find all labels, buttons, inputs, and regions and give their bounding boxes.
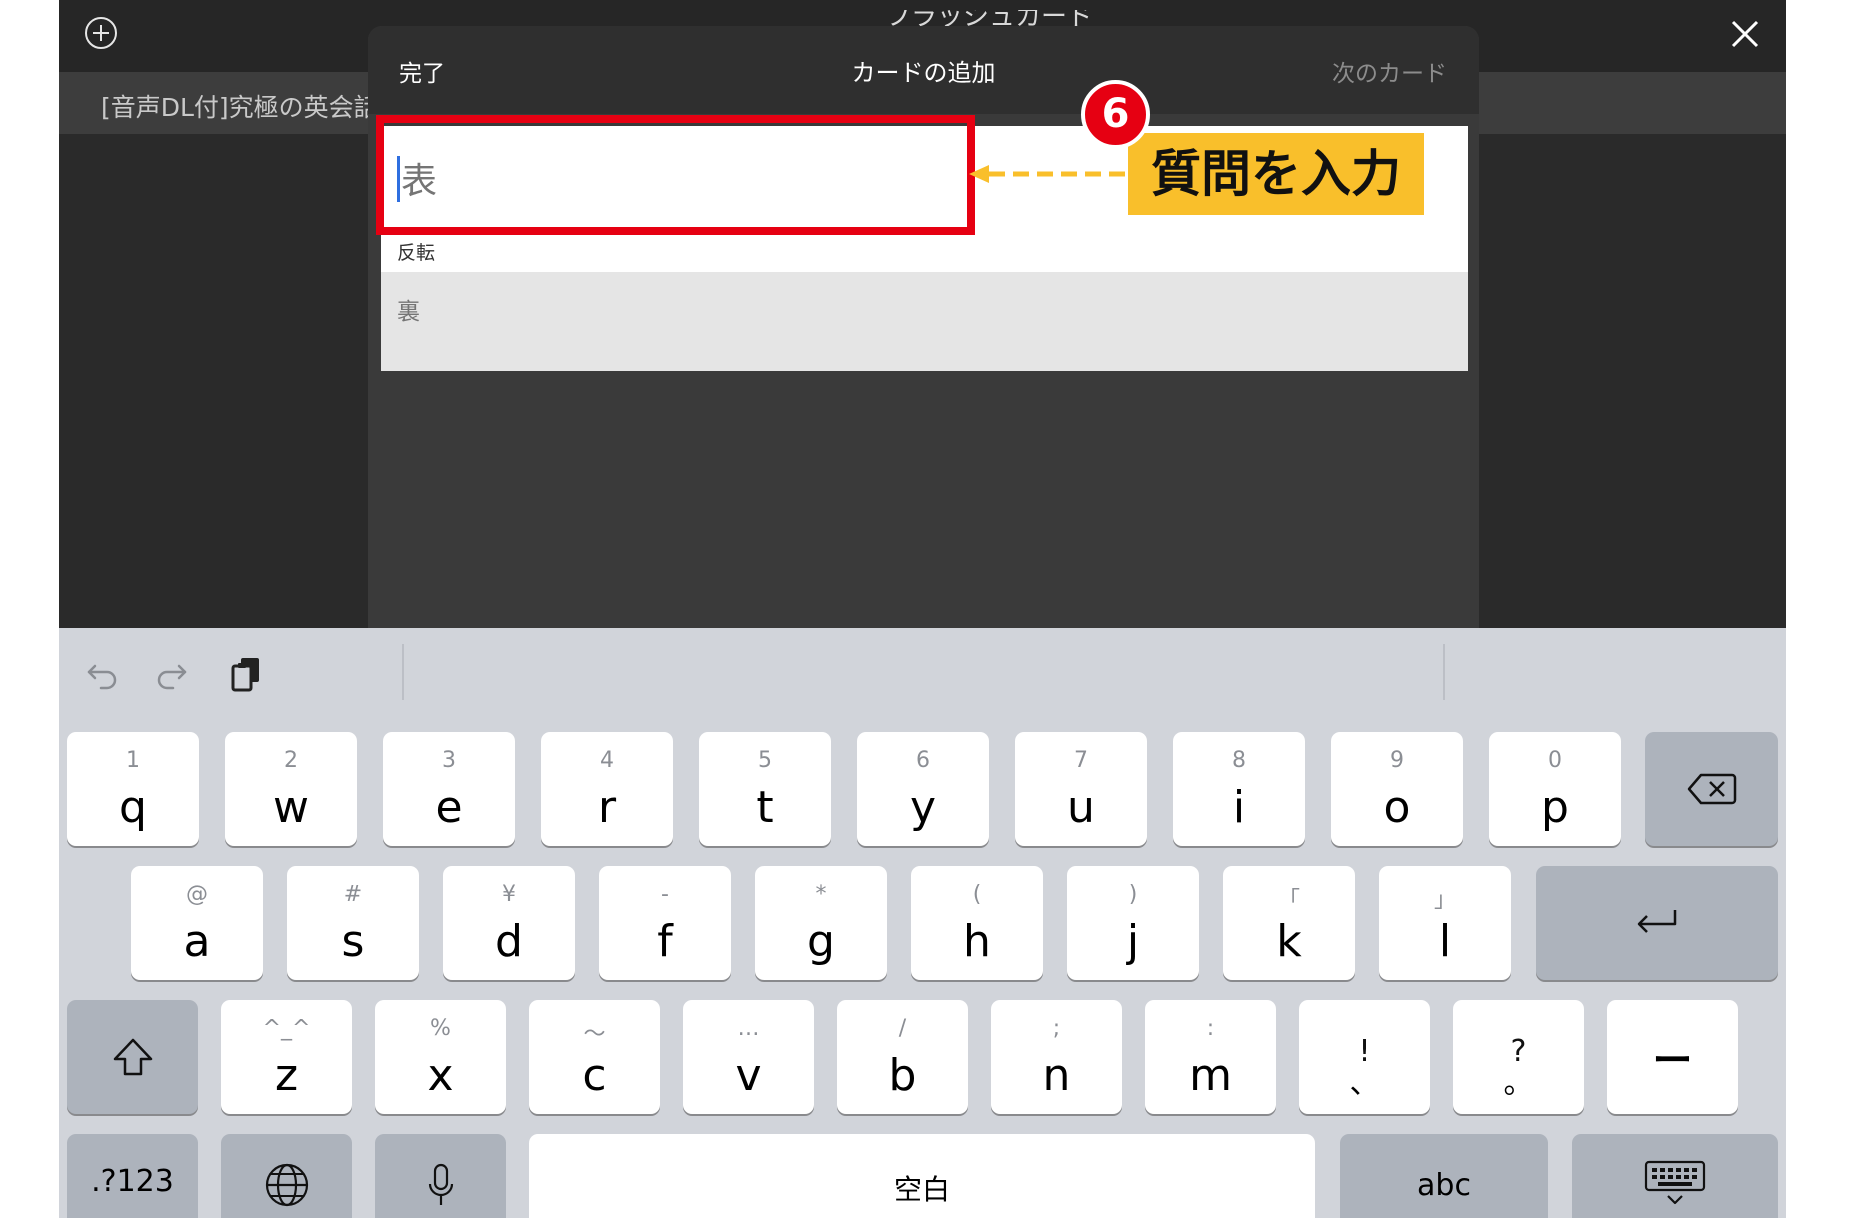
back-field[interactable] [397,292,997,332]
modal-title: カードの追加 [851,59,996,87]
key-t[interactable]: 5t [699,732,831,846]
add-icon[interactable] [84,16,118,50]
key-p[interactable]: 0p [1489,732,1621,846]
undo-icon[interactable] [83,654,123,694]
key-d[interactable]: ¥ d [443,866,575,980]
globe-key[interactable] [221,1134,352,1218]
flip-button[interactable]: 反転 [397,238,435,265]
key-e[interactable]: 3e [383,732,515,846]
deck-title[interactable]: [音声DL付]究極の英会話 [101,88,371,128]
key-u[interactable]: 7u [1015,732,1147,846]
key-z[interactable]: ^_^ z [221,1000,352,1114]
shift-key[interactable] [67,1000,198,1114]
dictation-key[interactable] [375,1134,506,1218]
key-c[interactable]: 〜 c [529,1000,660,1114]
key-v[interactable]: … v [683,1000,814,1114]
abc-key[interactable]: abc [1340,1134,1548,1218]
hide-keyboard-key[interactable] [1572,1134,1778,1218]
microphone-icon [428,1163,453,1205]
key-b[interactable]: / b [837,1000,968,1114]
return-icon [1637,910,1677,933]
next-card-button[interactable]: 次のカード [1332,54,1447,88]
key-s[interactable]: # s [287,866,419,980]
key-x[interactable]: % x [375,1000,506,1114]
highlight-box [376,115,975,235]
software-keyboard: 1q 2w 3e 4r 5t 6y 7u 8i 9o 0p @ a # s ¥ d -… [59,628,1786,1218]
key-long-dash[interactable]: ー [1607,1000,1738,1114]
key-o[interactable]: 9o [1331,732,1463,846]
numbers-key[interactable]: .?123 [67,1134,198,1218]
modal-nav-bar: 完了 カードの追加 次のカード [368,26,1479,114]
key-q[interactable]: 1q [67,732,199,846]
toolbar-divider [1443,644,1445,700]
key-y[interactable]: 6y [857,732,989,846]
keyboard-dismiss-icon [1644,1160,1706,1205]
key-j[interactable]: ) j [1067,866,1199,980]
clipboard-icon[interactable] [227,654,267,694]
key-question-period[interactable]: ?。 [1453,1000,1584,1114]
step-number-badge: 6 [1081,80,1150,149]
redo-icon[interactable] [151,654,191,694]
key-g[interactable]: * g [755,866,887,980]
delete-key[interactable] [1645,732,1778,846]
dashed-arrow-icon [969,165,1129,183]
key-l[interactable]: 」 l [1379,866,1511,980]
key-f[interactable]: -f [599,866,731,980]
globe-icon [265,1163,308,1207]
close-icon[interactable] [1727,16,1763,52]
key-n[interactable]: ; n [991,1000,1122,1114]
space-key[interactable]: 空白 [529,1134,1315,1218]
callout-label: 質問を入力 [1128,133,1424,215]
key-k[interactable]: 「k [1223,866,1355,980]
key-exclaim-comma[interactable]: !、 [1299,1000,1430,1114]
app-title: フラッシュカード [884,10,1093,26]
back-field-container [381,272,1468,371]
return-key[interactable] [1536,866,1778,980]
key-r[interactable]: 4r [541,732,673,846]
toolbar-divider [402,644,404,700]
key-i[interactable]: 8i [1173,732,1305,846]
key-h[interactable]: (h [911,866,1043,980]
key-a[interactable]: @ a [131,866,263,980]
key-m[interactable]: :m [1145,1000,1276,1114]
key-w[interactable]: 2w [225,732,357,846]
shift-icon [113,1038,152,1076]
delete-icon [1687,773,1736,805]
